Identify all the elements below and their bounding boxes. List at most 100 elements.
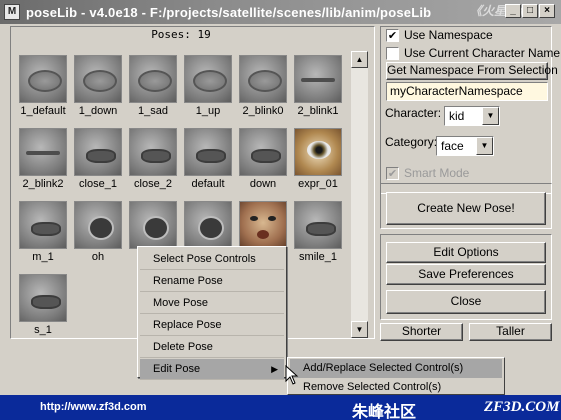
menu-item-label: Move Pose [153, 297, 209, 309]
menu-item-delete-pose[interactable]: Delete Pose [140, 337, 284, 358]
pose-preview-image[interactable] [74, 128, 122, 176]
menu-item-label: Replace Pose [153, 319, 222, 331]
pose-preview-image[interactable] [19, 55, 67, 103]
category-dropdown[interactable]: face ▼ [436, 136, 494, 156]
use-namespace-checkbox[interactable]: ✔ Use Namespace [386, 28, 493, 42]
pose-label: smile_1 [299, 251, 337, 263]
pose-preview-image[interactable] [294, 128, 342, 176]
menu-item-edit-pose[interactable]: Edit Pose ▶ [140, 359, 284, 380]
pose-preview-image[interactable] [74, 55, 122, 103]
footer-site-name: 朱峰社区 [352, 402, 417, 420]
poses-count-label: Poses: 19 [151, 28, 211, 41]
pose-label: 1_up [195, 105, 221, 117]
submenu-arrow-icon: ▶ [271, 364, 278, 374]
pose-thumbnail[interactable]: 2_blink2 [16, 128, 70, 194]
pose-preview-image[interactable] [239, 55, 287, 103]
pose-thumbnail[interactable]: close_2 [126, 128, 180, 194]
pose-thumbnail[interactable]: close_1 [71, 128, 125, 194]
create-new-pose-button[interactable]: Create New Pose! [386, 192, 546, 225]
close-window-button[interactable]: × [539, 4, 555, 18]
pose-label: 2_blink1 [297, 105, 339, 117]
pose-preview-image[interactable] [239, 201, 287, 249]
pose-scrollbar[interactable]: ▲ ▼ [351, 51, 368, 338]
pose-preview-image[interactable] [239, 128, 287, 176]
edit-pose-submenu: Add/Replace Selected Control(s) Remove Se… [287, 357, 505, 395]
save-preferences-button[interactable]: Save Preferences [386, 264, 546, 285]
pose-label: expr_01 [298, 178, 338, 190]
checkbox-checked-icon[interactable]: ✔ [386, 28, 399, 42]
pose-thumbnail[interactable]: m_1 [16, 201, 70, 267]
namespace-field[interactable]: myCharacterNamespace [386, 82, 548, 101]
minimize-button[interactable]: _ [505, 4, 521, 18]
menu-item-replace-pose[interactable]: Replace Pose [140, 315, 284, 336]
character-dropdown[interactable]: kid ▼ [444, 106, 500, 126]
pose-label: m_1 [32, 251, 54, 263]
submenu-item[interactable]: Add/Replace Selected Control(s) [290, 359, 502, 378]
use-current-character-name-label: Use Current Character Name [404, 46, 561, 60]
pose-thumbnail[interactable]: down [236, 128, 290, 194]
pose-thumbnail[interactable]: 2_blink0 [236, 55, 290, 121]
category-value: face [441, 139, 464, 153]
pose-preview-image[interactable] [74, 201, 122, 249]
menu-item-label: Edit Pose [153, 363, 201, 375]
pose-thumbnail[interactable]: oh [71, 201, 125, 267]
edit-options-button[interactable]: Edit Options [386, 242, 546, 263]
pose-label: close_1 [79, 178, 117, 190]
pose-thumbnail[interactable]: 1_up [181, 55, 235, 121]
pose-thumbnail[interactable]: smile_1 [291, 201, 345, 267]
pose-thumbnail[interactable]: 1_default [16, 55, 70, 121]
menu-item-select-pose-controls[interactable]: Select Pose Controls [140, 249, 284, 270]
taller-button[interactable]: Taller [469, 323, 552, 341]
menu-item-move-pose[interactable]: Move Pose [140, 293, 284, 314]
pose-thumbnail[interactable]: 1_down [71, 55, 125, 121]
footer-url[interactable]: http://www.zf3d.com [40, 401, 147, 413]
menu-item-label: Delete Pose [153, 341, 213, 353]
pose-preview-image[interactable] [184, 201, 232, 249]
pose-thumbnail[interactable]: s_1 [16, 274, 70, 340]
scroll-down-icon[interactable]: ▼ [351, 321, 368, 338]
menu-item-label: Rename Pose [153, 275, 223, 287]
pose-label: s_1 [34, 324, 52, 336]
character-label: Character: [385, 106, 442, 120]
pose-preview-image[interactable] [294, 55, 342, 103]
title-bar[interactable]: M poseLib - v4.0e18 - F:/projects/satell… [0, 0, 561, 24]
shorter-button[interactable]: Shorter [380, 323, 463, 341]
use-current-character-name-checkbox[interactable]: Use Current Character Name [386, 46, 560, 60]
pose-preview-image[interactable] [129, 128, 177, 176]
pose-preview-image[interactable] [184, 55, 232, 103]
pose-preview-image[interactable] [19, 128, 67, 176]
pose-preview-image[interactable] [184, 128, 232, 176]
pose-thumbnail[interactable]: default [181, 128, 235, 194]
smart-mode-checkbox[interactable]: ✔ Smart Mode [386, 166, 469, 180]
character-value: kid [449, 109, 465, 123]
get-namespace-button[interactable]: Get Namespace From Selection [386, 62, 558, 80]
pose-label: 1_down [78, 105, 118, 117]
maya-app-icon[interactable]: M [4, 4, 20, 20]
chevron-down-icon[interactable]: ▼ [476, 137, 493, 155]
pose-thumbnail[interactable]: 1_sad [126, 55, 180, 121]
pose-preview-image[interactable] [19, 274, 67, 322]
category-label: Category: [385, 135, 438, 149]
pose-label: 2_blink0 [242, 105, 284, 117]
maximize-button[interactable]: □ [522, 4, 538, 18]
pose-label: down [249, 178, 277, 190]
footer-banner: http://www.zf3d.com 朱峰社区 ZF3D.COM [0, 395, 561, 420]
pose-preview-image[interactable] [19, 201, 67, 249]
mouse-cursor-icon [285, 365, 299, 385]
pose-context-menu: Select Pose Controls Rename Pose Move Pose… [137, 246, 287, 380]
use-namespace-label: Use Namespace [404, 28, 493, 42]
scroll-up-icon[interactable]: ▲ [351, 51, 368, 68]
chevron-down-icon[interactable]: ▼ [482, 107, 499, 125]
pose-label: close_2 [134, 178, 172, 190]
pose-thumbnail[interactable]: expr_01 [291, 128, 345, 194]
pose-preview-image[interactable] [294, 201, 342, 249]
checkbox-checked-icon[interactable]: ✔ [386, 166, 399, 180]
pose-preview-image[interactable] [129, 55, 177, 103]
menu-item-rename-pose[interactable]: Rename Pose [140, 271, 284, 292]
close-button[interactable]: Close [386, 290, 546, 314]
pose-label: 1_default [20, 105, 66, 117]
footer-brand-logo: ZF3D.COM [484, 399, 560, 415]
pose-preview-image[interactable] [129, 201, 177, 249]
pose-thumbnail[interactable]: 2_blink1 [291, 55, 345, 121]
checkbox-unchecked-icon[interactable] [386, 46, 399, 60]
